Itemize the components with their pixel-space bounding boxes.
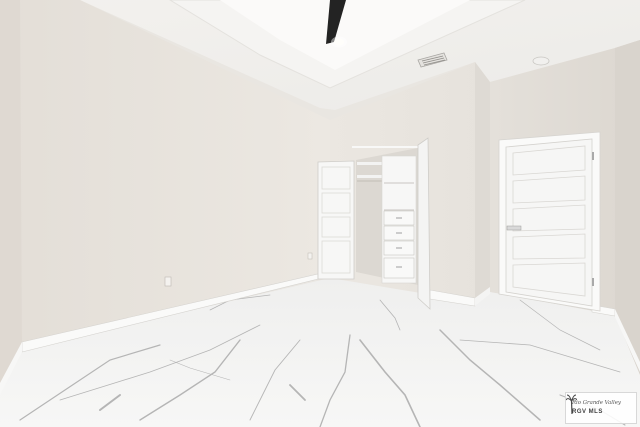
wall-outlet-small	[307, 252, 313, 260]
closet-frame	[352, 146, 424, 148]
wall-outlet	[164, 276, 172, 287]
palm-tree-icon	[566, 394, 577, 415]
closet-door-right[interactable]	[417, 137, 431, 310]
left-wall-edge	[0, 0, 22, 390]
wall-jog	[475, 62, 490, 302]
watermark-brand-text: RGV MLS	[572, 408, 603, 415]
door-handle[interactable]	[506, 225, 522, 231]
entry-door[interactable]	[505, 138, 593, 307]
door-hinge-bottom	[592, 278, 594, 286]
watermark-text: Rio Grande Valley RGV MLS	[572, 400, 621, 415]
watermark-script-text: Rio Grande Valley	[572, 400, 621, 407]
room-photo: Rio Grande Valley RGV MLS	[0, 0, 640, 427]
door-hinge-top	[592, 152, 594, 160]
smoke-detector	[532, 56, 550, 66]
closet-door-left[interactable]	[317, 160, 355, 280]
room-illustration	[0, 0, 640, 427]
mls-watermark: Rio Grande Valley RGV MLS	[565, 392, 637, 424]
